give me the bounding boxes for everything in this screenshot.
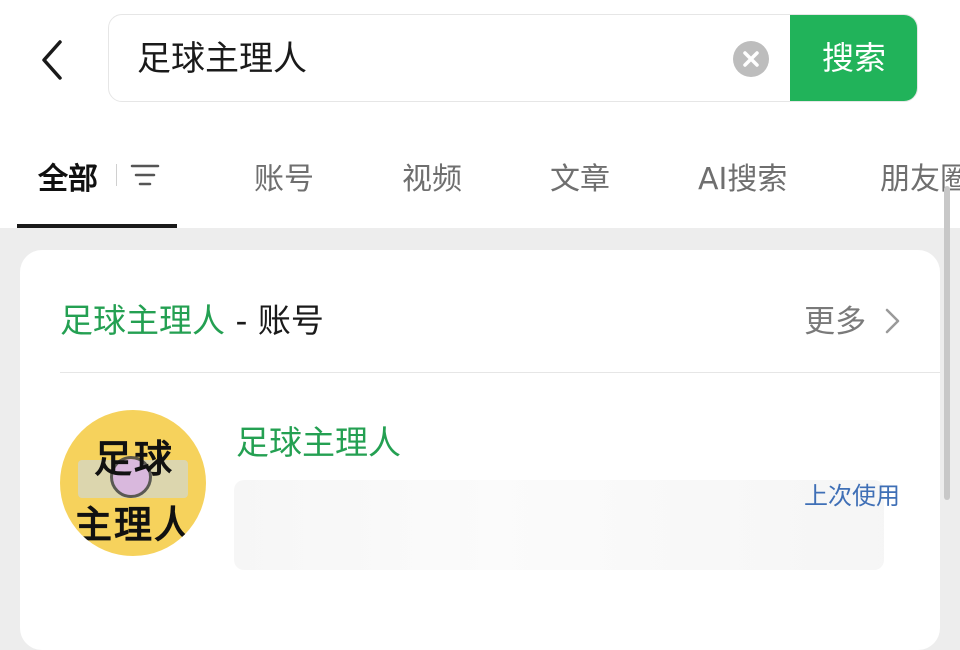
filter-icon (130, 164, 160, 186)
clear-button[interactable] (733, 41, 769, 77)
search-box: 搜索 (108, 14, 918, 102)
chevron-right-icon (885, 308, 900, 334)
account-avatar: 足球 主理人 (60, 410, 206, 556)
search-header: 搜索 全部 账号 视频 文章 AI搜索 朋友圈 (0, 0, 960, 228)
tab-accounts[interactable]: 账号 (254, 154, 314, 198)
tab-bar: 全部 账号 视频 文章 AI搜索 朋友圈 (0, 130, 960, 228)
account-item[interactable]: 足球 主理人 足球主理人 上次使用 (20, 390, 940, 590)
back-button[interactable] (34, 38, 74, 82)
account-name: 足球主理人 (236, 423, 401, 462)
section-divider (60, 372, 940, 373)
tab-videos[interactable]: 视频 (402, 154, 462, 198)
section-title: 足球主理人 - 账号 (60, 294, 324, 342)
active-tab-indicator (17, 224, 177, 228)
tab-all[interactable]: 全部 (38, 154, 98, 198)
chevron-left-icon (42, 40, 62, 80)
account-result-card: 足球主理人 - 账号 更多 足球 主理人 足球主理人 上次使用 (20, 250, 940, 650)
tab-ai-search[interactable]: AI搜索 (698, 154, 787, 198)
avatar-text-line2: 主理人 (74, 503, 195, 547)
more-button[interactable]: 更多 (804, 296, 902, 341)
tab-articles[interactable]: 文章 (550, 154, 610, 198)
clear-circle-icon (743, 51, 759, 67)
section-suffix: - 账号 (225, 301, 324, 340)
avatar-text-line1: 足球 (94, 437, 175, 481)
filter-button[interactable] (130, 162, 160, 188)
search-button[interactable]: 搜索 (790, 15, 917, 101)
recently-used-tag: 上次使用 (804, 482, 900, 510)
scrollbar[interactable] (944, 186, 950, 500)
account-description-blurred (234, 480, 884, 570)
search-input[interactable] (137, 15, 717, 101)
tab-separator (116, 164, 117, 186)
section-keyword: 足球主理人 (60, 301, 225, 340)
more-label: 更多 (804, 304, 867, 340)
